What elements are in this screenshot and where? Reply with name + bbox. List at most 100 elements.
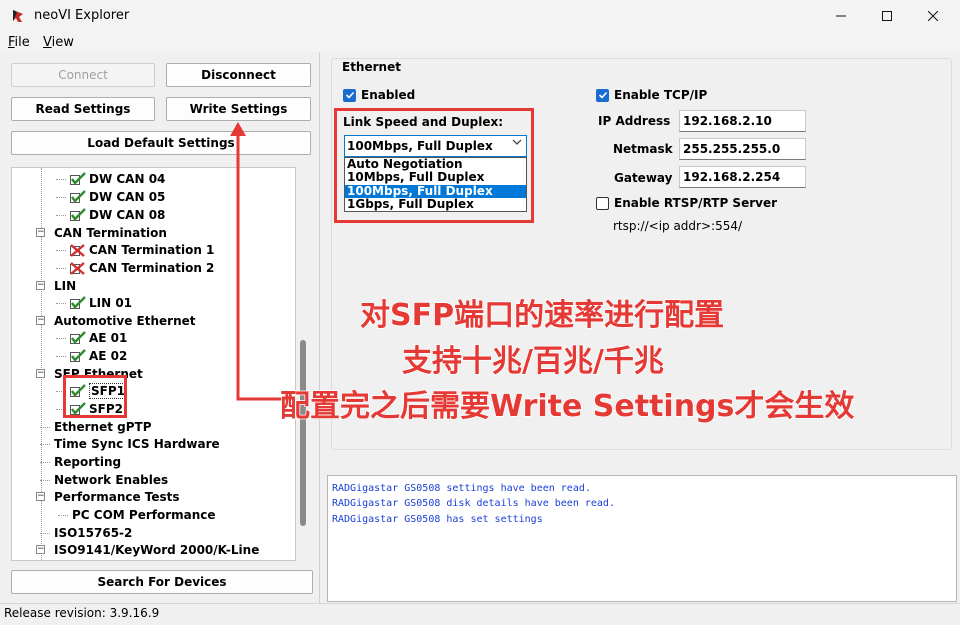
rtsp-url-text: rtsp://<ip addr>:554/ (613, 219, 743, 233)
ethernet-group-title: Ethernet (340, 60, 403, 74)
ip-address-input[interactable]: 192.168.2.10 (679, 110, 806, 132)
tree-branch-line (40, 444, 50, 445)
tree-item-label: DW CAN 04 (89, 171, 166, 186)
enabled-label: Enabled (361, 88, 416, 102)
tree-item-label: CAN Termination 1 (89, 242, 215, 257)
tree-item-label: DW CAN 05 (89, 189, 166, 204)
tree-item[interactable]: Ethernet gPTP (54, 418, 152, 435)
tree-item[interactable]: Performance Tests (54, 488, 180, 505)
tree-item[interactable]: DW CAN 05 (70, 188, 165, 205)
tree-item[interactable]: DW CAN 08 (70, 206, 165, 223)
checkmark-icon (345, 91, 354, 99)
tree-branch-line (58, 515, 68, 516)
tree-collapse-icon[interactable]: − (36, 281, 45, 290)
rtsp-label: Enable RTSP/RTP Server (614, 196, 778, 210)
tree-item[interactable]: LIN (54, 277, 76, 294)
tree-item-label: Time Sync ICS Hardware (54, 436, 220, 451)
tree-item-label: CAN Termination (54, 225, 167, 240)
enabled-checkbox[interactable] (343, 88, 356, 102)
menu-view-label: iew (51, 35, 74, 50)
tree-item-label: AE 01 (89, 330, 128, 345)
tree-collapse-icon[interactable]: − (36, 545, 45, 554)
netmask-input[interactable]: 255.255.255.0 (679, 138, 806, 160)
connect-button[interactable]: Connect (11, 63, 155, 87)
cross-icon (70, 243, 85, 257)
tree-branch-line (40, 427, 50, 428)
disconnect-button[interactable]: Disconnect (166, 63, 311, 87)
gateway-label: Gateway (614, 171, 673, 185)
menu-file[interactable]: File (8, 35, 30, 50)
tree-item-label: Network Enables (54, 472, 169, 487)
log-line: RADGigastar GS0508 settings have been re… (332, 483, 591, 494)
tree-item[interactable]: CAN Termination (54, 224, 167, 241)
tree-branch-line (56, 303, 66, 304)
tree-item[interactable]: Automotive Ethernet (54, 312, 196, 329)
tree-item-label: PC COM Performance (72, 507, 216, 522)
menu-file-label: ile (14, 35, 30, 50)
rtsp-checkbox[interactable] (596, 196, 609, 210)
tree-item[interactable]: ISO9141/KeyWord 2000/K-Line (54, 541, 259, 558)
tree-item[interactable]: Reporting (54, 453, 121, 470)
tcpip-label: Enable TCP/IP (614, 88, 708, 102)
log-line: RADGigastar GS0508 has set settings (332, 514, 543, 525)
cross-icon (70, 261, 85, 275)
annotation-line-2: 支持十兆/百兆/千兆 (401, 343, 664, 380)
check-icon (70, 295, 86, 309)
check-icon (70, 189, 86, 203)
tree-item[interactable]: AE 01 (70, 329, 127, 346)
tree-collapse-icon[interactable]: − (36, 369, 45, 378)
tree-branch-line (56, 215, 66, 216)
tree-item[interactable]: PC COM Performance (72, 506, 216, 523)
tree-item[interactable]: ISO15765-2 (54, 524, 132, 541)
window-title: neoVI Explorer (34, 8, 130, 23)
tree-item-label: Automotive Ethernet (54, 313, 196, 328)
menu-bar (0, 32, 960, 52)
menu-view[interactable]: View (43, 35, 74, 50)
close-button[interactable] (910, 0, 956, 32)
check-icon (70, 171, 86, 185)
check-icon (70, 348, 86, 362)
annotation-line-1: 对SFP端口的速率进行配置 (359, 297, 725, 334)
search-for-devices-button[interactable]: Search For Devices (11, 570, 313, 594)
title-bar (0, 0, 960, 32)
rtsp-checkbox-row[interactable]: Enable RTSP/RTP Server (596, 196, 777, 210)
tcpip-checkbox[interactable] (596, 88, 609, 102)
check-icon (70, 330, 86, 344)
tcpip-checkbox-row[interactable]: Enable TCP/IP (596, 88, 707, 102)
maximize-button[interactable] (864, 0, 910, 32)
minimize-button[interactable] (818, 0, 864, 32)
tree-branch-line (56, 197, 66, 198)
tree-branch-line (56, 250, 66, 251)
gateway-input[interactable]: 192.168.2.254 (679, 166, 806, 188)
enabled-checkbox-row[interactable]: Enabled (343, 88, 415, 102)
tree-item-label: Ethernet gPTP (54, 419, 152, 434)
tree-collapse-icon[interactable]: − (36, 228, 45, 237)
netmask-label: Netmask (613, 142, 673, 156)
tree-item[interactable]: DW CAN 04 (70, 170, 165, 187)
tree-item-label: Reporting (54, 454, 122, 469)
tree-branch-line (56, 268, 66, 269)
write-settings-button[interactable]: Write Settings (166, 97, 311, 121)
sfp-highlight-box (63, 375, 127, 418)
tree-collapse-icon[interactable]: − (36, 492, 45, 501)
tree-branch-line (56, 338, 66, 339)
tree-collapse-icon[interactable]: − (36, 316, 45, 325)
tree-item[interactable]: CAN Termination 1 (70, 241, 214, 258)
tree-item-label: AE 02 (89, 348, 128, 363)
log-output[interactable]: RADGigastar GS0508 settings have been re… (327, 475, 957, 602)
read-settings-button[interactable]: Read Settings (11, 97, 155, 121)
tree-item-label: ISO9141/KeyWord 2000/K-Line (54, 542, 260, 557)
tree-item-label: LIN (54, 278, 77, 293)
tree-item[interactable]: Network Enables (54, 471, 168, 488)
ip-address-label: IP Address (598, 114, 671, 128)
arrow-annotation (230, 122, 283, 401)
maximize-icon (882, 11, 892, 21)
tree-item-label: LIN 01 (89, 295, 133, 310)
check-icon (70, 207, 86, 221)
tree-item[interactable]: AE 02 (70, 347, 127, 364)
tree-item[interactable]: Time Sync ICS Hardware (54, 435, 220, 452)
tree-item[interactable]: LIN 01 (70, 294, 132, 311)
tree-branch-line (40, 462, 50, 463)
tree-item[interactable]: CAN Termination 2 (70, 259, 214, 276)
tree-item-label: ISO15765-2 (54, 525, 133, 540)
